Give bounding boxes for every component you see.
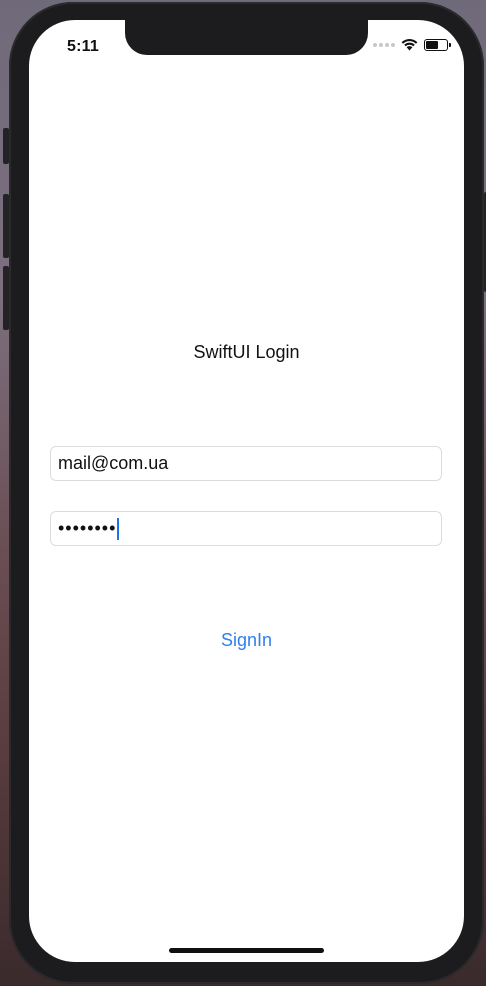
wifi-icon [401,38,418,51]
page-title: SwiftUI Login [193,342,300,362]
cellular-signal-icon [373,42,395,47]
status-time: 5:11 [67,38,99,55]
volume-down-button [3,266,9,330]
phone-screen: 5:11 SwiftUI Login mail@com.ua •••••••• … [29,20,464,962]
status-icons [373,38,451,51]
text-caret [117,517,120,540]
password-value: •••••••• [58,518,117,538]
mute-switch [3,128,9,164]
volume-up-button [3,194,9,258]
notch [125,20,368,55]
home-indicator[interactable] [169,948,324,953]
email-field[interactable]: mail@com.ua [50,446,442,481]
desktop-background: 5:11 SwiftUI Login mail@com.ua •••••••• … [0,0,486,986]
password-field[interactable]: •••••••• [50,511,442,546]
signin-button[interactable]: SignIn [29,630,464,651]
battery-icon [424,38,451,51]
email-value: mail@com.ua [58,453,169,473]
